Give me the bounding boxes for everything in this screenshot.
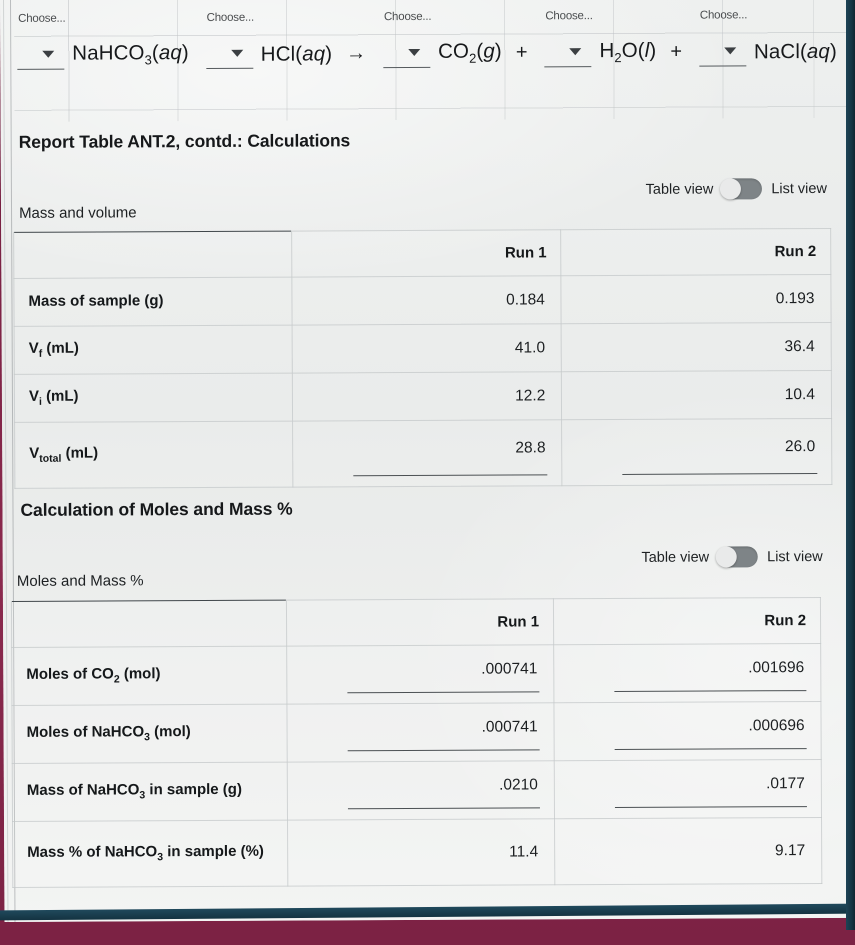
row-label-vtotal: Vtotal (mL) <box>14 421 293 489</box>
formula-nahco3: NaHCO3(aq) <box>72 40 189 68</box>
table-row: Mass % of NaHCO3 in sample (%) 11.4 9.17 <box>12 817 822 888</box>
equation-term-2: Choose... HCl(aq) → <box>203 12 380 69</box>
lab-report-page: Choose... NaHCO3(aq) Choose... HCl(aq) →… <box>0 0 853 922</box>
cell-vi-run1: 12.2 <box>292 371 562 422</box>
balanced-equation-section: Choose... NaHCO3(aq) Choose... HCl(aq) →… <box>13 0 851 122</box>
input-moles-nahco3-run2[interactable]: .000696 <box>553 701 822 761</box>
coefficient-select-3[interactable] <box>383 37 431 69</box>
formula-hcl: HCl(aq) <box>260 42 333 66</box>
table-1-header-run1: Run 1 <box>291 229 562 278</box>
table-row: Mass of NaHCO3 in sample (g) .0210 .0177 <box>12 759 822 822</box>
screen-bezel-right <box>846 0 855 930</box>
table-1-header-run2: Run 2 <box>561 228 831 276</box>
input-vtotal-run1[interactable]: 28.8 <box>292 419 563 488</box>
list-view-label-2[interactable]: List view <box>767 548 823 564</box>
chevron-down-icon <box>723 47 737 55</box>
row-label-vi: Vi (mL) <box>14 373 293 423</box>
table-row: Moles of NaHCO3 (mol) .000741 .000696 <box>11 701 822 764</box>
equation-term-1: Choose... NaHCO3(aq) <box>14 13 203 70</box>
table-view-label-2[interactable]: Table view <box>641 549 709 565</box>
view-toggle-knob-2 <box>716 546 738 568</box>
chemical-equation: Choose... NaHCO3(aq) Choose... HCl(aq) →… <box>14 9 851 70</box>
cell-vf-run2: 36.4 <box>561 322 832 372</box>
table-2-header-blank <box>11 600 287 648</box>
cell-mass-of-sample-run2: 0.193 <box>561 274 832 324</box>
chevron-down-icon <box>42 50 55 58</box>
coefficient-dropdown-4-label: Choose... <box>545 10 593 23</box>
cell-mass-of-sample-run1: 0.184 <box>291 275 562 326</box>
mass-and-volume-table: Run 1 Run 2 Mass of sample (g) 0.184 0.1… <box>13 227 833 489</box>
table-2-caption: Moles and Mass % <box>16 572 144 590</box>
plus-sign-1: + <box>515 41 528 64</box>
table-1-caption: Mass and volume <box>19 204 137 222</box>
input-vtotal-run2[interactable]: 26.0 <box>561 418 832 486</box>
table-2-header-run1: Run 1 <box>286 598 554 647</box>
cell-vi-run2: 10.4 <box>561 370 832 420</box>
table-2-header-run2: Run 2 <box>553 597 821 645</box>
plus-sign-2: + <box>670 40 683 63</box>
input-moles-nahco3-run1[interactable]: .000741 <box>286 702 555 763</box>
formula-nacl: NaCl(aq) <box>753 39 837 64</box>
equation-term-4: Choose... H2O(l) + <box>541 10 696 68</box>
chevron-down-icon <box>408 48 421 57</box>
coefficient-select-1[interactable] <box>17 39 65 70</box>
table-view-label-1[interactable]: Table view <box>646 181 714 197</box>
cell-vf-run1: 41.0 <box>291 323 562 374</box>
table-header-row: Run 1 Run 2 <box>13 228 831 279</box>
moles-and-mass-percent-table: Run 1 Run 2 Moles of CO2 (mol) .000741 .… <box>10 596 823 888</box>
input-moles-co2-run1[interactable]: .000741 <box>286 644 554 705</box>
view-toggle-2[interactable]: Table view List view <box>641 546 823 568</box>
coefficient-dropdown-5[interactable]: Choose... <box>696 9 750 67</box>
row-label-moles-co2: Moles of CO2 (mol) <box>11 646 287 706</box>
view-toggle-switch-2[interactable] <box>716 546 759 568</box>
view-toggle-knob-1 <box>720 178 742 200</box>
view-toggle-1[interactable]: Table view List view <box>646 178 827 200</box>
chevron-down-icon <box>569 48 582 56</box>
table-row: Moles of CO2 (mol) .000741 .001696 <box>11 643 821 706</box>
photo-of-screen: Choose... NaHCO3(aq) Choose... HCl(aq) →… <box>0 0 855 945</box>
input-mass-nahco3-run1[interactable]: .0210 <box>287 760 555 821</box>
input-mass-nahco3-run2[interactable]: .0177 <box>554 759 822 819</box>
coefficient-select-4[interactable] <box>544 37 592 68</box>
coefficient-dropdown-5-label: Choose... <box>699 9 748 22</box>
table-1-header-blank <box>13 231 292 279</box>
coefficient-dropdown-3-label: Choose... <box>383 10 432 24</box>
section-2-title: Calculation of Moles and Mass % <box>20 498 293 520</box>
view-toggle-switch-1[interactable] <box>720 178 763 200</box>
cell-mass-percent-run2: 9.17 <box>554 817 822 885</box>
table-row: Vi (mL) 12.2 10.4 <box>14 370 832 423</box>
formula-h2o: H2O(l) <box>599 38 657 65</box>
row-label-vf: Vf (mL) <box>14 325 293 375</box>
coefficient-dropdown-1[interactable]: Choose... <box>14 13 68 70</box>
coefficient-select-2[interactable] <box>205 38 253 69</box>
row-label-mass-percent-nahco3: Mass % of NaHCO3 in sample (%) <box>12 820 288 888</box>
table-row: Vtotal (mL) 28.8 26.0 <box>14 418 832 489</box>
coefficient-dropdown-1-label: Choose... <box>18 12 66 25</box>
row-label-mass-nahco3: Mass of NaHCO3 in sample (g) <box>12 762 288 822</box>
equation-term-3: Choose... CO2(g) + <box>380 11 542 69</box>
row-label-moles-nahco3: Moles of NaHCO3 (mol) <box>11 704 288 764</box>
coefficient-dropdown-2-label: Choose... <box>206 11 255 24</box>
cell-mass-percent-run1: 11.4 <box>287 818 555 887</box>
equation-term-5: Choose... NaCl(aq) <box>696 9 851 67</box>
table-header-row: Run 1 Run 2 <box>11 597 821 648</box>
list-view-label-1[interactable]: List view <box>771 180 827 196</box>
chevron-down-icon <box>230 49 243 57</box>
formula-co2: CO2(g) <box>438 39 502 66</box>
table-row: Vf (mL) 41.0 36.4 <box>14 322 832 375</box>
row-label-mass-of-sample: Mass of sample (g) <box>13 277 292 327</box>
section-1-title: Report Table ANT.2, contd.: Calculations <box>18 130 351 152</box>
coefficient-dropdown-2[interactable]: Choose... <box>203 12 257 69</box>
input-moles-co2-run2[interactable]: .001696 <box>553 643 821 703</box>
coefficient-dropdown-4[interactable]: Choose... <box>541 10 595 68</box>
table-row: Mass of sample (g) 0.184 0.193 <box>13 274 832 327</box>
coefficient-select-5[interactable] <box>698 36 747 67</box>
coefficient-dropdown-3[interactable]: Choose... <box>380 11 434 69</box>
reaction-arrow: → <box>346 42 367 65</box>
